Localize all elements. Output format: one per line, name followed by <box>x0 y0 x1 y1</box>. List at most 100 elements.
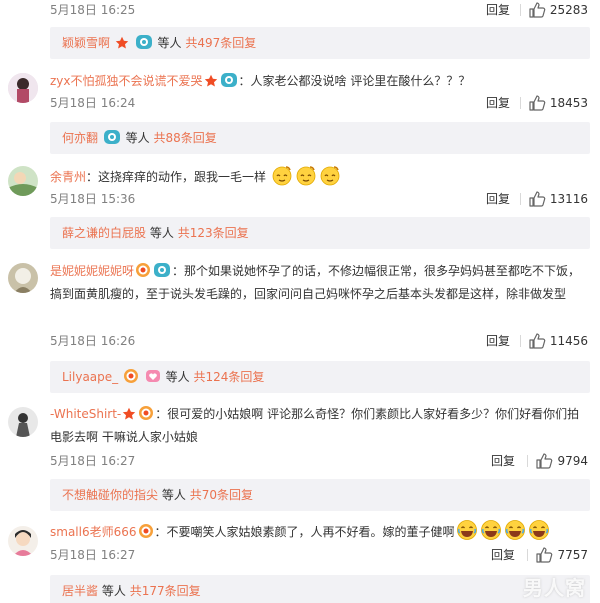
deng-label: 等人 <box>149 226 174 240</box>
reply-user[interactable]: Lilyaape_ <box>62 370 118 384</box>
like-button[interactable]: 9794 <box>535 451 588 471</box>
divider <box>527 549 528 561</box>
divider <box>520 97 521 109</box>
laugh-cry-emoji-icon <box>480 519 502 541</box>
deng-label: 等人 <box>125 131 150 145</box>
colon: ： <box>238 74 251 88</box>
scratch-emoji-icon <box>295 164 317 186</box>
avatar[interactable] <box>8 263 38 293</box>
reply-button[interactable]: 回复 <box>486 331 510 351</box>
like-count: 11456 <box>549 334 588 348</box>
reply-preview[interactable]: 不想触碰你的指尖 等人 共70条回复 <box>50 479 590 511</box>
comment-user[interactable]: -WhiteShirt- <box>50 407 121 421</box>
comment-body: 是妮妮妮妮妮呀 ：那个如果说她怀孕了的话，不修边幅很正常，很多孕妈妈甚至都吃不下饭… <box>50 260 590 306</box>
reply-user[interactable]: 不想触碰你的指尖 <box>62 488 158 502</box>
divider <box>527 455 528 467</box>
deng-label: 等人 <box>157 36 182 50</box>
avatar-image <box>8 407 38 437</box>
colon: ： <box>86 170 99 184</box>
laugh-cry-emoji-icon <box>528 519 550 541</box>
avatar[interactable] <box>8 526 38 556</box>
comment-text: 人家老公都没说啥 评论里在酸什么？？？ <box>250 74 471 88</box>
colon: ： <box>154 525 167 539</box>
colon: ： <box>172 264 185 278</box>
vip-badge-icon <box>220 72 238 88</box>
comment-body: 余青州：这挠痒痒的动作，跟我一毛一样 <box>50 164 590 189</box>
thumb-up-icon <box>535 452 553 470</box>
reply-user[interactable]: 薛之谦的白屁股 <box>62 226 146 240</box>
comment-meta: 5月18日 15:36 回复 13116 <box>50 189 588 209</box>
star-badge-icon <box>204 74 218 88</box>
comment-text: 不要嘲笑人家姑娘素颜了，人再不好看。嫁的董子健啊 <box>166 525 455 539</box>
avatar-image <box>8 166 38 196</box>
reply-button[interactable]: 回复 <box>486 189 510 209</box>
like-button[interactable]: 13116 <box>528 189 588 209</box>
avatar[interactable] <box>8 73 38 103</box>
divider <box>520 4 521 16</box>
like-button[interactable]: 7757 <box>535 545 588 565</box>
deng-label: 等人 <box>161 488 186 502</box>
reply-button[interactable]: 回复 <box>491 545 515 565</box>
reply-count-link[interactable]: 共70条回复 <box>190 488 253 502</box>
thumb-up-icon <box>528 190 546 208</box>
comment-user[interactable]: zyx不怕孤独不会说谎不爱哭 <box>50 74 203 88</box>
avatar-image <box>8 526 38 556</box>
colon: ： <box>155 407 168 421</box>
comment-text: 这挠痒痒的动作，跟我一毛一样 <box>98 170 267 184</box>
star-badge-icon <box>122 407 136 421</box>
comment-body: -WhiteShirt- ：很可爱的小姑娘啊 评论那么奇怪？你们素颜比人家好看多少… <box>50 403 590 449</box>
reply-user[interactable]: 何亦翻 <box>62 131 98 145</box>
comment-time: 5月18日 15:36 <box>50 192 136 206</box>
scratch-emoji-icon <box>319 164 341 186</box>
reply-count-link[interactable]: 共497条回复 <box>185 36 256 50</box>
reply-user[interactable]: 居半酱 <box>62 584 98 598</box>
like-button[interactable]: 11456 <box>528 331 588 351</box>
medal-badge-icon <box>135 262 151 278</box>
avatar[interactable] <box>8 407 38 437</box>
reply-button[interactable]: 回复 <box>491 451 515 471</box>
reply-preview[interactable]: 何亦翻 等人 共88条回复 <box>50 122 590 154</box>
heart-badge-icon <box>145 368 161 384</box>
reply-count-link[interactable]: 共123条回复 <box>178 226 249 240</box>
vip-badge-icon <box>153 262 171 278</box>
laugh-cry-emoji-icon <box>456 519 478 541</box>
comment-body: small6老师666 ：不要嘲笑人家姑娘素颜了，人再不好看。嫁的董子健啊 <box>50 519 590 544</box>
avatar[interactable] <box>8 166 38 196</box>
like-count: 13116 <box>549 192 588 206</box>
avatar-image <box>8 263 38 293</box>
like-count: 25283 <box>549 3 588 17</box>
medal-badge-icon <box>138 405 154 421</box>
reply-preview[interactable]: 居半酱 等人 共177条回复 <box>50 575 590 603</box>
reply-count-link[interactable]: 共124条回复 <box>194 370 265 384</box>
comment-time: 5月18日 16:27 <box>50 548 136 562</box>
avatar-image <box>8 73 38 103</box>
like-button[interactable]: 25283 <box>528 0 588 20</box>
thumb-up-icon <box>528 1 546 19</box>
deng-label: 等人 <box>101 584 126 598</box>
comment-user[interactable]: 余青州 <box>50 170 86 184</box>
comment-body: zyx不怕孤独不会说谎不爱哭 ：人家老公都没说啥 评论里在酸什么？？？ <box>50 70 590 93</box>
reply-preview[interactable]: 薛之谦的白屁股 等人 共123条回复 <box>50 217 590 249</box>
vip-badge-icon <box>103 129 121 145</box>
thumb-up-icon <box>528 332 546 350</box>
comment-time: 5月18日 16:27 <box>50 454 136 468</box>
comment-meta: 5月18日 16:27 回复 9794 <box>50 451 588 471</box>
comment-meta: 5月18日 16:24 回复 18453 <box>50 93 588 113</box>
comment-meta: 5月18日 16:27 回复 7757 <box>50 545 588 565</box>
divider <box>520 335 521 347</box>
reply-preview[interactable]: Lilyaape_ 等人 共124条回复 <box>50 361 590 393</box>
reply-count-link[interactable]: 共88条回复 <box>154 131 217 145</box>
like-count: 9794 <box>557 454 588 468</box>
like-button[interactable]: 18453 <box>528 93 588 113</box>
comment-user[interactable]: small6老师666 <box>50 525 137 539</box>
reply-button[interactable]: 回复 <box>486 93 510 113</box>
divider <box>520 193 521 205</box>
comment-time: 5月18日 16:24 <box>50 96 136 110</box>
reply-button[interactable]: 回复 <box>486 0 510 20</box>
scratch-emoji-icon <box>271 164 293 186</box>
medal-badge-icon <box>123 368 139 384</box>
comment-user[interactable]: 是妮妮妮妮妮呀 <box>50 264 134 278</box>
reply-user[interactable]: 颖颖雪啊 <box>62 36 110 50</box>
reply-preview[interactable]: 颖颖雪啊 等人 共497条回复 <box>50 27 590 59</box>
reply-count-link[interactable]: 共177条回复 <box>130 584 201 598</box>
